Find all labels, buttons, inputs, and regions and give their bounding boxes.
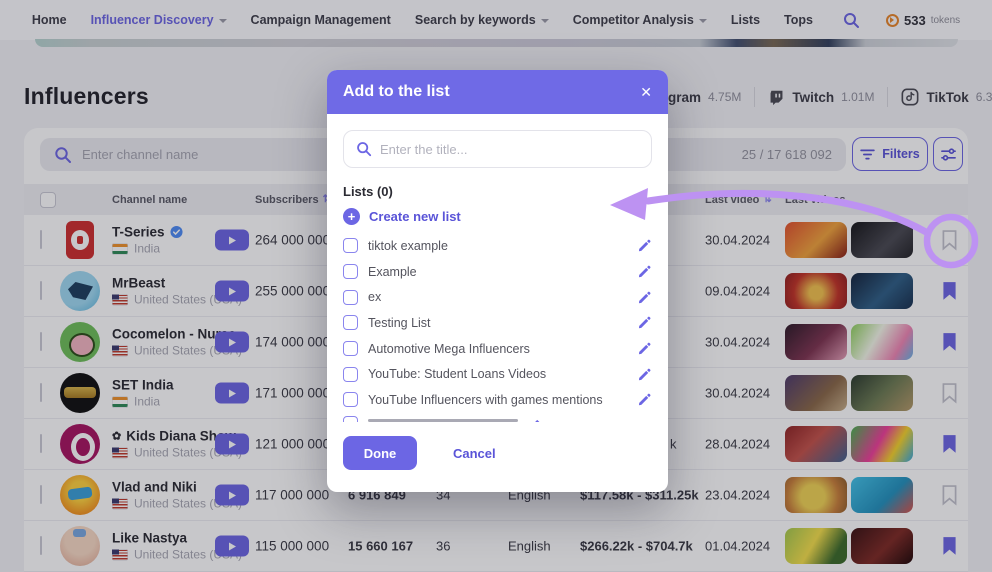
list-item: tiktok example	[343, 233, 652, 259]
edit-pencil-icon[interactable]	[528, 416, 543, 422]
modal-header: Add to the list ✕	[327, 70, 668, 114]
edit-pencil-icon[interactable]	[637, 315, 652, 330]
list-checkbox[interactable]	[343, 416, 358, 422]
list-item: Automotive Mega Influencers	[343, 336, 652, 362]
search-icon	[356, 141, 372, 157]
edit-pencil-icon[interactable]	[637, 367, 652, 382]
list-item-clipped	[343, 413, 652, 422]
list-checkbox[interactable]	[343, 264, 358, 279]
list-checkbox[interactable]	[343, 367, 358, 382]
list-item: YouTube: Student Loans Videos	[343, 361, 652, 387]
plus-icon: +	[343, 208, 360, 225]
list-search-input[interactable]	[380, 142, 639, 157]
influencer-discovery-page: Home Influencer Discovery Campaign Manag…	[0, 0, 992, 572]
modal-title: Add to the list	[343, 83, 450, 101]
cancel-button[interactable]: Cancel	[453, 446, 496, 461]
lists-scroll-area[interactable]: tiktok example Example ex Testing List A	[343, 233, 652, 422]
create-new-list-button[interactable]: + Create new list	[343, 207, 652, 225]
modal-footer: Done Cancel	[343, 436, 652, 470]
list-checkbox[interactable]	[343, 238, 358, 253]
edit-pencil-icon[interactable]	[637, 238, 652, 253]
lists-count-header: Lists (0)	[343, 184, 652, 199]
list-checkbox[interactable]	[343, 341, 358, 356]
list-checkbox[interactable]	[343, 392, 358, 407]
list-checkbox[interactable]	[343, 315, 358, 330]
edit-pencil-icon[interactable]	[637, 392, 652, 407]
edit-pencil-icon[interactable]	[637, 290, 652, 305]
clipped-text	[368, 419, 518, 422]
list-item: ex	[343, 284, 652, 310]
add-to-list-modal: Add to the list ✕ Lists (0) + Create new…	[327, 70, 668, 492]
done-button[interactable]: Done	[343, 436, 417, 470]
close-icon[interactable]: ✕	[640, 85, 652, 99]
list-checkbox[interactable]	[343, 290, 358, 305]
edit-pencil-icon[interactable]	[637, 264, 652, 279]
list-item: YouTube Influencers with games mentions	[343, 387, 652, 413]
edit-pencil-icon[interactable]	[637, 341, 652, 356]
list-item: Example	[343, 259, 652, 285]
list-item: Testing List	[343, 310, 652, 336]
list-search-bar	[343, 130, 652, 168]
